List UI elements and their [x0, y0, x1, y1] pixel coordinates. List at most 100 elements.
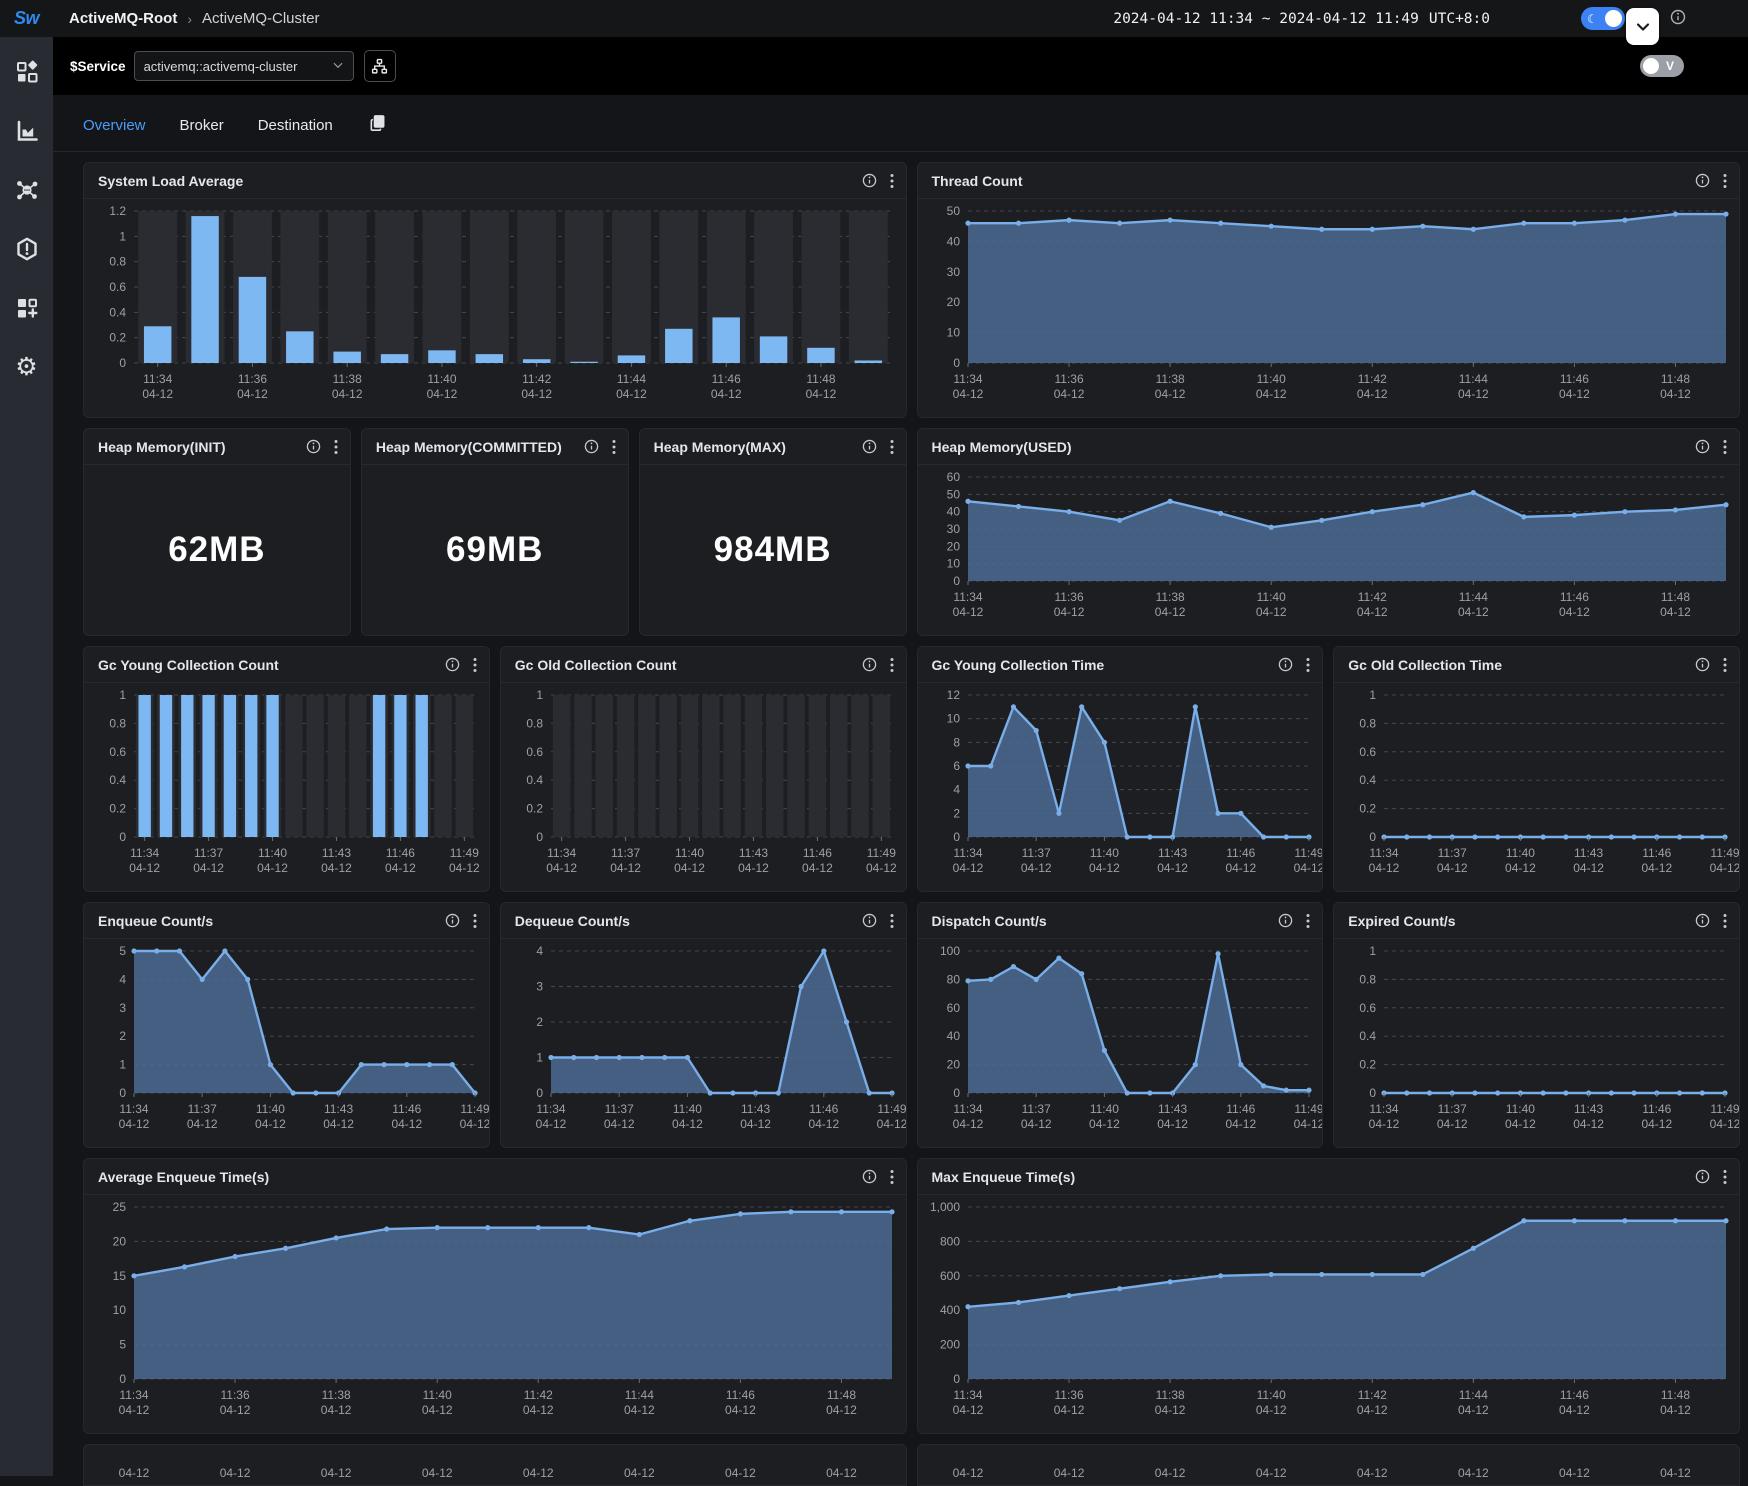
kebab-menu-icon[interactable] [1723, 1169, 1727, 1185]
kebab-menu-icon[interactable] [473, 657, 477, 673]
kebab-menu-icon[interactable] [890, 439, 894, 455]
info-icon[interactable] [1278, 913, 1293, 928]
add-dashboard-icon [15, 296, 39, 320]
panel-title: Enqueue Count/s [98, 913, 445, 929]
info-icon[interactable] [1695, 173, 1710, 188]
toggle-knob [1605, 10, 1622, 27]
thread-count-chart[interactable]: 0102030405011:3404-1211:3604-1211:3804-1… [918, 199, 1740, 417]
dark-mode-toggle[interactable]: ☾ [1581, 7, 1625, 30]
gc-old-count-chart[interactable]: 00.20.40.60.8111:3404-1211:3704-1211:400… [501, 683, 906, 891]
info-icon[interactable] [1695, 913, 1710, 928]
info-icon[interactable] [862, 913, 877, 928]
time-range[interactable]: 2024-04-12 11:34 ~ 2024-04-12 11:49 UTC+… [1113, 0, 1490, 37]
enqueue-count-chart[interactable]: 01234511:3404-1211:3704-1211:4004-1211:4… [84, 939, 489, 1147]
heap-used-chart[interactable]: 010203040506011:3404-1211:3604-1211:3804… [918, 465, 1740, 635]
sidebar-item-alerting[interactable] [14, 236, 40, 262]
info-icon[interactable] [862, 439, 877, 454]
tab-overview[interactable]: Overview [83, 117, 146, 134]
svg-text:11:49: 11:49 [867, 846, 896, 860]
info-icon[interactable] [862, 1169, 877, 1184]
info-icon[interactable] [445, 913, 460, 928]
kebab-menu-icon[interactable] [1306, 657, 1310, 673]
svg-text:11:46: 11:46 [1226, 1102, 1255, 1116]
info-icon[interactable] [445, 657, 460, 672]
svg-text:11:40: 11:40 [1506, 1102, 1535, 1116]
kebab-menu-icon[interactable] [1306, 913, 1310, 929]
sidebar-item-settings[interactable]: ⚙ [14, 354, 40, 380]
svg-text:04-12: 04-12 [1255, 1466, 1286, 1480]
collapse-header-button[interactable] [1626, 8, 1659, 45]
svg-text:11:40: 11:40 [1256, 590, 1285, 604]
avg-enqueue-time-chart[interactable]: 051015202511:3404-1211:3604-1211:3804-12… [84, 1195, 906, 1433]
kebab-menu-icon[interactable] [890, 173, 894, 189]
info-icon[interactable] [1695, 1169, 1710, 1184]
svg-text:2: 2 [119, 1029, 126, 1043]
svg-text:04-12: 04-12 [546, 861, 577, 875]
svg-text:11:46: 11:46 [712, 372, 741, 386]
info-icon[interactable] [862, 657, 877, 672]
kebab-menu-icon[interactable] [1723, 657, 1727, 673]
svg-text:800: 800 [939, 1234, 959, 1248]
info-icon[interactable] [1278, 657, 1293, 672]
panel-thread-count: Thread Count 0102030405011:3404-1211:360… [917, 162, 1741, 418]
info-icon[interactable] [306, 439, 321, 454]
kebab-menu-icon[interactable] [890, 657, 894, 673]
kebab-menu-icon[interactable] [473, 913, 477, 929]
kebab-menu-icon[interactable] [1723, 173, 1727, 189]
dispatch-count-chart[interactable]: 02040608010011:3404-1211:3704-1211:4004-… [918, 939, 1323, 1147]
svg-text:11:36: 11:36 [1054, 372, 1083, 386]
svg-text:11:46: 11:46 [1642, 846, 1671, 860]
sidebar-item-dashboards[interactable] [14, 118, 40, 144]
copy-tabs-icon[interactable] [369, 114, 386, 136]
svg-text:5: 5 [119, 944, 126, 958]
svg-text:04-12: 04-12 [460, 1117, 489, 1131]
panel-system-load-average: System Load Average 00.20.40.60.811.211:… [83, 162, 907, 418]
svg-text:11:46: 11:46 [1559, 1388, 1588, 1402]
expired-count-chart[interactable]: 00.20.40.60.8111:3404-1211:3704-1211:400… [1334, 939, 1739, 1147]
svg-text:10: 10 [946, 712, 960, 726]
skywalking-logo[interactable]: Sw [0, 8, 53, 29]
kebab-menu-icon[interactable] [1723, 913, 1727, 929]
sidebar-item-topology[interactable] [14, 177, 40, 203]
svg-text:04-12: 04-12 [826, 1466, 857, 1480]
sidebar-item-new-dashboard[interactable] [14, 295, 40, 321]
tab-destination[interactable]: Destination [258, 117, 333, 134]
panel-title: Gc Young Collection Time [932, 657, 1279, 673]
info-icon[interactable] [862, 173, 877, 188]
sidebar-item-marketplace[interactable] [14, 59, 40, 85]
info-icon[interactable] [1670, 9, 1686, 30]
tab-broker[interactable]: Broker [180, 117, 224, 134]
svg-text:04-12: 04-12 [616, 387, 647, 401]
info-icon[interactable] [1695, 657, 1710, 672]
svg-text:10: 10 [113, 1303, 127, 1317]
topology-view-button[interactable] [364, 50, 396, 82]
system-load-average-chart[interactable]: 00.20.40.60.811.211:3404-1211:3604-1211:… [84, 199, 906, 417]
gc-young-count-chart[interactable]: 00.20.40.60.8111:3404-1211:3704-1211:400… [84, 683, 489, 891]
svg-text:04-12: 04-12 [624, 1403, 655, 1417]
kebab-menu-icon[interactable] [890, 1169, 894, 1185]
info-icon[interactable] [584, 439, 599, 454]
gc-old-time-chart[interactable]: 00.20.40.60.8111:3404-1211:3704-1211:400… [1334, 683, 1739, 891]
dequeue-count-chart[interactable]: 0123411:3404-1211:3704-1211:4004-1211:43… [501, 939, 906, 1147]
svg-text:1: 1 [536, 688, 543, 702]
svg-text:0.2: 0.2 [526, 802, 543, 816]
gc-young-time-chart[interactable]: 02468101211:3404-1211:3704-1211:4004-121… [918, 683, 1323, 891]
kebab-menu-icon[interactable] [1723, 439, 1727, 455]
kebab-menu-icon[interactable] [890, 913, 894, 929]
breadcrumb-root[interactable]: ActiveMQ-Root [69, 10, 177, 27]
breadcrumb-separator-icon: › [187, 11, 192, 27]
kebab-menu-icon[interactable] [334, 439, 338, 455]
kebab-menu-icon[interactable] [612, 439, 616, 455]
max-enqueue-time-chart[interactable]: 02004006008001,00011:3404-1211:3604-1211… [918, 1195, 1740, 1433]
svg-text:04-12: 04-12 [1089, 1117, 1120, 1131]
svg-text:04-12: 04-12 [523, 1466, 554, 1480]
svg-text:0.8: 0.8 [1360, 716, 1377, 730]
service-select[interactable]: activemq::activemq-cluster [134, 51, 354, 81]
svg-text:04-12: 04-12 [1559, 605, 1590, 619]
svg-text:11:43: 11:43 [741, 1102, 770, 1116]
info-icon[interactable] [1695, 439, 1710, 454]
svg-text:11:40: 11:40 [1256, 372, 1285, 386]
auto-refresh-toggle[interactable]: V [1640, 55, 1684, 77]
svg-text:11:40: 11:40 [673, 1102, 702, 1116]
svg-text:25: 25 [113, 1200, 127, 1214]
